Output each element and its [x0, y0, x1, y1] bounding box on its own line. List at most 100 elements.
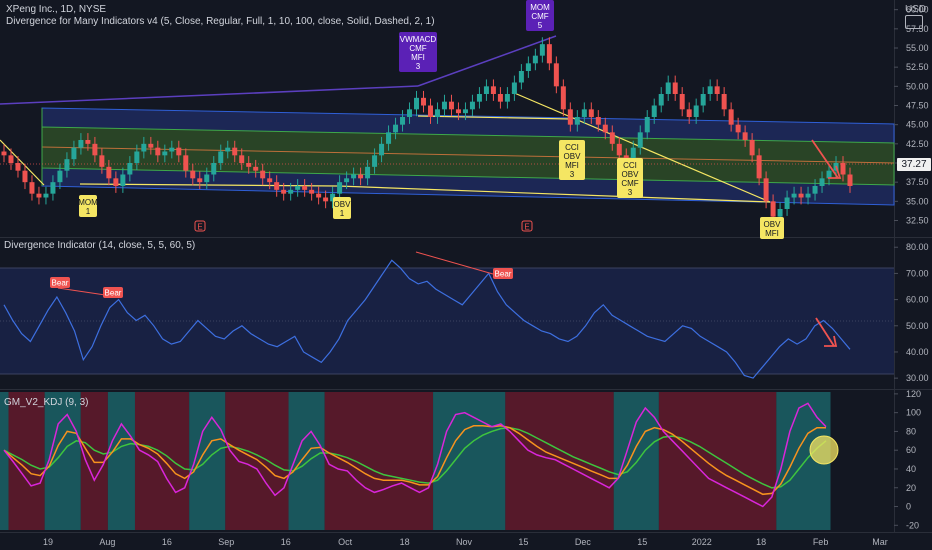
annotation-text: CCI: [623, 161, 637, 170]
candle-body: [686, 109, 692, 117]
candle-body: [400, 117, 406, 125]
y-tick-label: -20: [906, 520, 919, 530]
annotation-text: 3: [416, 62, 421, 71]
kdj-zone: [613, 392, 659, 530]
candle-body: [253, 166, 259, 171]
kdj-pane[interactable]: [0, 392, 839, 530]
candle-body: [798, 193, 804, 198]
candle-body: [777, 209, 783, 217]
bear-label: Bear: [103, 287, 123, 298]
candle-body: [490, 86, 496, 94]
candle-body: [574, 117, 580, 125]
candle-body: [679, 94, 685, 110]
divergence-indicator-pane[interactable]: [0, 251, 894, 379]
bear-label-text: Bear: [105, 289, 122, 298]
candle-body: [120, 174, 126, 186]
candle-body: [532, 55, 538, 64]
candle-body: [379, 143, 385, 156]
candle-body: [148, 143, 154, 148]
divergence-pane-title[interactable]: Divergence Indicator (14, close, 5, 5, 6…: [4, 240, 195, 251]
x-tick-label: 16: [162, 537, 172, 547]
candle-body: [113, 178, 119, 186]
candle-body: [693, 105, 699, 117]
candle-body: [162, 151, 168, 156]
candle-body: [791, 193, 797, 198]
candle-body: [819, 178, 825, 186]
candle-body: [260, 170, 266, 179]
x-tick-label: 18: [756, 537, 766, 547]
y-tick-label: 52.50: [906, 62, 929, 72]
candle-body: [602, 124, 608, 133]
x-tick-label: 16: [281, 537, 291, 547]
symbol-title[interactable]: XPeng Inc., 1D, NYSE: [6, 4, 106, 15]
candle-body: [204, 174, 210, 183]
y-tick-label: 30.00: [906, 373, 929, 383]
candle-body: [274, 182, 280, 190]
x-axis: 19 Aug 16 Sep 16 Oct 18 Nov 15 Dec 15 2022 18 Feb Mar: [43, 537, 888, 547]
earnings-marker-text: E: [524, 223, 529, 232]
candle-body: [770, 201, 776, 217]
candle-body: [1, 151, 7, 156]
candle-body: [29, 182, 35, 194]
y-tick-label: 100: [906, 408, 921, 418]
candle-body: [567, 109, 573, 125]
annotation-text: CMF: [531, 12, 548, 21]
candle-body: [239, 155, 245, 163]
x-tick-label: Dec: [575, 537, 592, 547]
candle-body: [407, 109, 413, 117]
y-tick-label: 47.50: [906, 101, 929, 111]
y-tick-label: 40.00: [906, 347, 929, 357]
candle-body: [455, 109, 461, 114]
y-tick-label: 32.50: [906, 216, 929, 226]
kdj-zone: [225, 392, 289, 530]
kdj-pane-title[interactable]: GM_V2_KDJ (9, 3): [4, 397, 88, 408]
candle-body: [106, 166, 112, 179]
x-tick-label: Nov: [456, 537, 473, 547]
candle-body: [448, 101, 454, 110]
candle-body: [393, 124, 399, 133]
annotation-text: 3: [628, 188, 633, 197]
candle-body: [721, 94, 727, 110]
candle-body: [504, 94, 510, 102]
chart-canvas: 32.50 35.00 37.50 40.00 42.50 45.00 47.50 50.00…: [0, 0, 932, 547]
candle-body: [469, 101, 475, 110]
candle-body: [728, 109, 734, 125]
x-tick-label: Sep: [218, 537, 234, 547]
y-tick-label: 70.00: [906, 268, 929, 278]
y-tick-label: 55.00: [906, 43, 929, 53]
indicator-title[interactable]: Divergence for Many Indicators v4 (5, Cl…: [6, 16, 435, 27]
y-tick-label: 120: [906, 389, 921, 399]
candle-body: [99, 155, 105, 167]
candle-body: [497, 94, 503, 102]
earnings-marker[interactable]: E: [194, 220, 206, 232]
y-tick-label: 60.00: [906, 295, 929, 305]
kdj-zone: [658, 392, 777, 530]
candle-body: [609, 132, 615, 144]
y-axis: 32.50 35.00 37.50 40.00 42.50 45.00 47.50 50.00…: [894, 5, 929, 530]
price-pane[interactable]: [0, 35, 895, 224]
candle-body: [539, 44, 545, 56]
candle-body: [225, 147, 231, 152]
annotation-text: 1: [340, 209, 345, 218]
y-tick-label: 20: [906, 483, 916, 493]
y-tick-label: 50.00: [906, 81, 929, 91]
kdj-zone: [0, 392, 9, 530]
candle-body: [763, 178, 769, 202]
candle-body: [805, 193, 811, 198]
currency-settings-icon[interactable]: [905, 15, 923, 29]
purple-trend-line: [0, 85, 419, 105]
candle-body: [190, 170, 196, 179]
candle-body: [246, 163, 252, 167]
annotation-text: OBV: [622, 170, 640, 179]
annotation-text: CMF: [621, 179, 638, 188]
y-tick-label: 50.00: [906, 321, 929, 331]
y-tick-label: 40: [906, 464, 916, 474]
annotation-text: MFI: [765, 229, 779, 238]
candle-body: [141, 143, 147, 152]
candle-body: [92, 143, 98, 156]
candle-body: [365, 166, 371, 179]
candle-body: [134, 151, 140, 163]
x-tick-label: Aug: [99, 537, 115, 547]
candle-body: [658, 94, 664, 106]
earnings-marker[interactable]: E: [521, 220, 533, 232]
